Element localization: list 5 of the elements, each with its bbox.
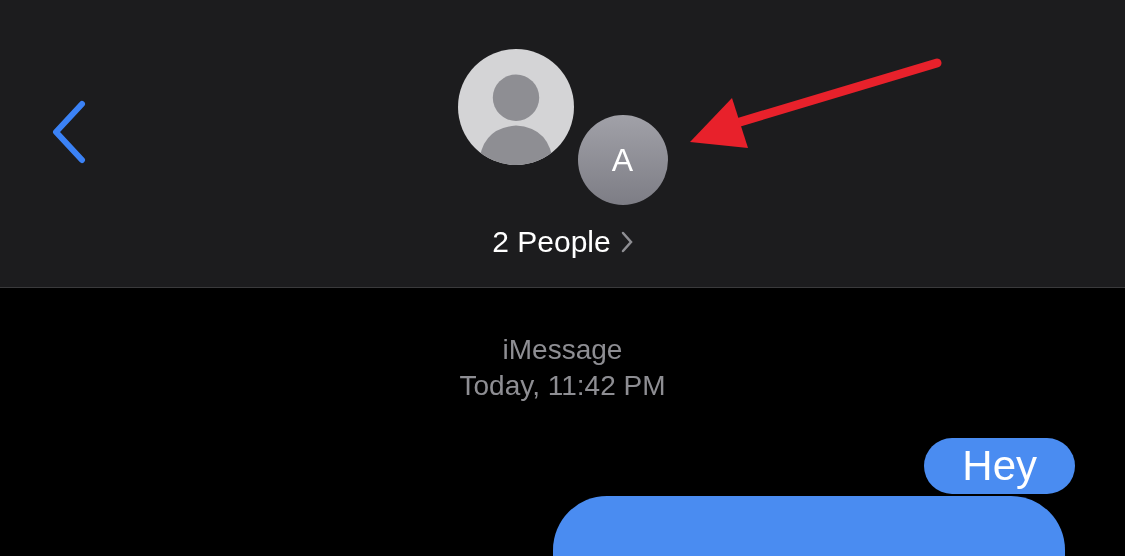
message-bubble: Hey (924, 438, 1075, 494)
service-label: iMessage (502, 333, 623, 367)
group-title[interactable]: 2 People (492, 225, 611, 259)
chevron-right-icon (620, 231, 633, 253)
timestamp: Today, 11:42 PM (459, 369, 666, 403)
